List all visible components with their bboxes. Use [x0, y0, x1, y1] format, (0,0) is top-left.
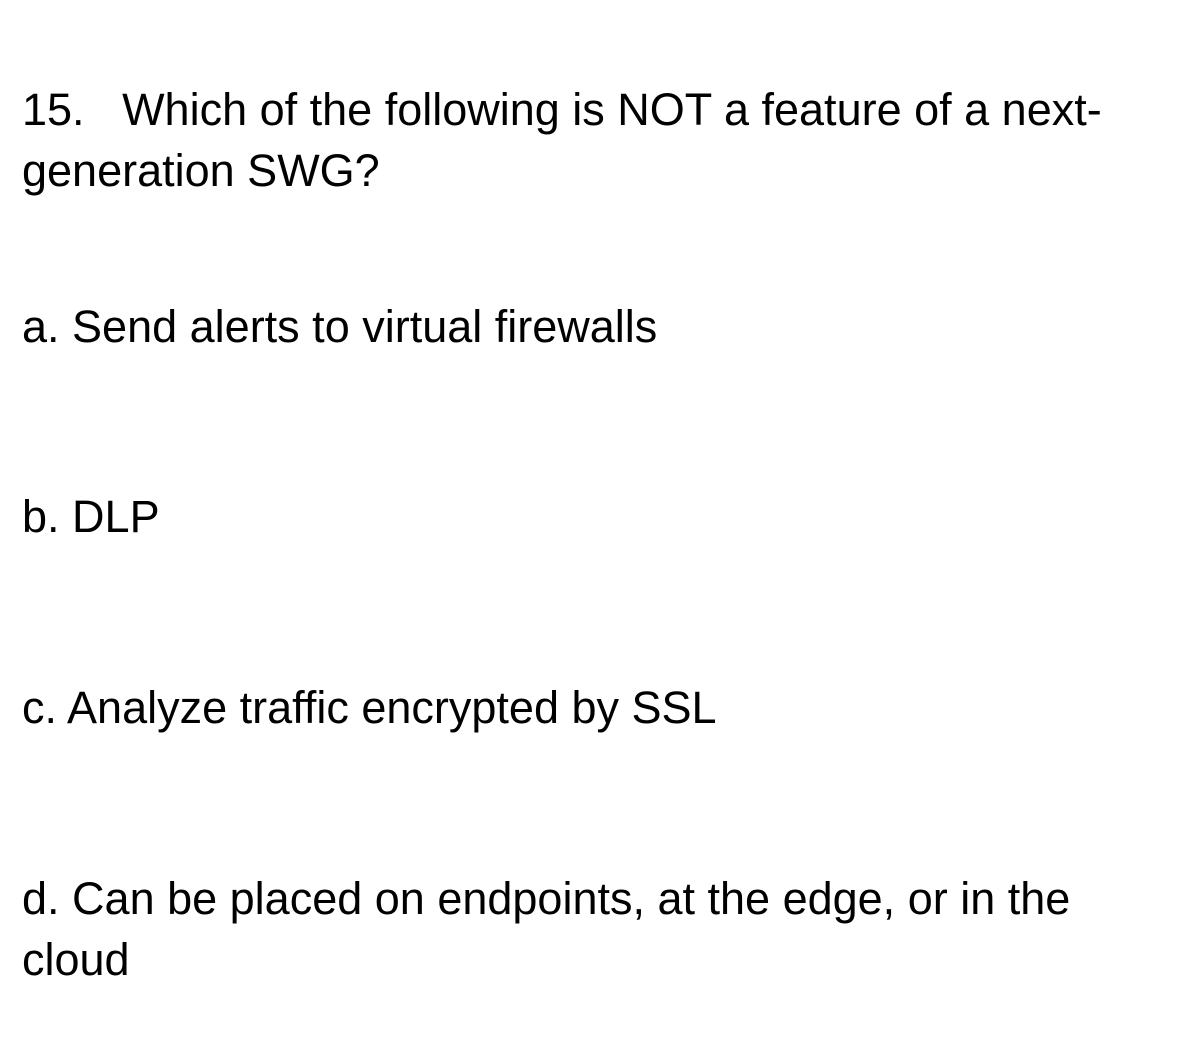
option-letter: d. — [22, 873, 60, 924]
option-text: Analyze traffic encrypted by SSL — [67, 682, 717, 733]
option-text: DLP — [72, 491, 160, 542]
question-number: 15. — [22, 84, 85, 135]
question-text: Which of the following is NOT a feature … — [22, 84, 1102, 196]
option-text: Send alerts to virtual firewalls — [72, 301, 657, 352]
option-letter: b. — [22, 491, 60, 542]
answer-option-d[interactable]: d. Can be placed on endpoints, at the ed… — [22, 869, 1178, 991]
option-letter: c. — [22, 682, 57, 733]
option-letter: a. — [22, 301, 60, 352]
option-text: Can be placed on endpoints, at the edge,… — [22, 873, 1070, 985]
answer-option-a[interactable]: a. Send alerts to virtual firewalls — [22, 297, 1178, 358]
question-block: 15. Which of the following is NOT a feat… — [22, 80, 1178, 202]
answer-option-c[interactable]: c. Analyze traffic encrypted by SSL — [22, 678, 1178, 739]
answer-option-b[interactable]: b. DLP — [22, 487, 1178, 548]
